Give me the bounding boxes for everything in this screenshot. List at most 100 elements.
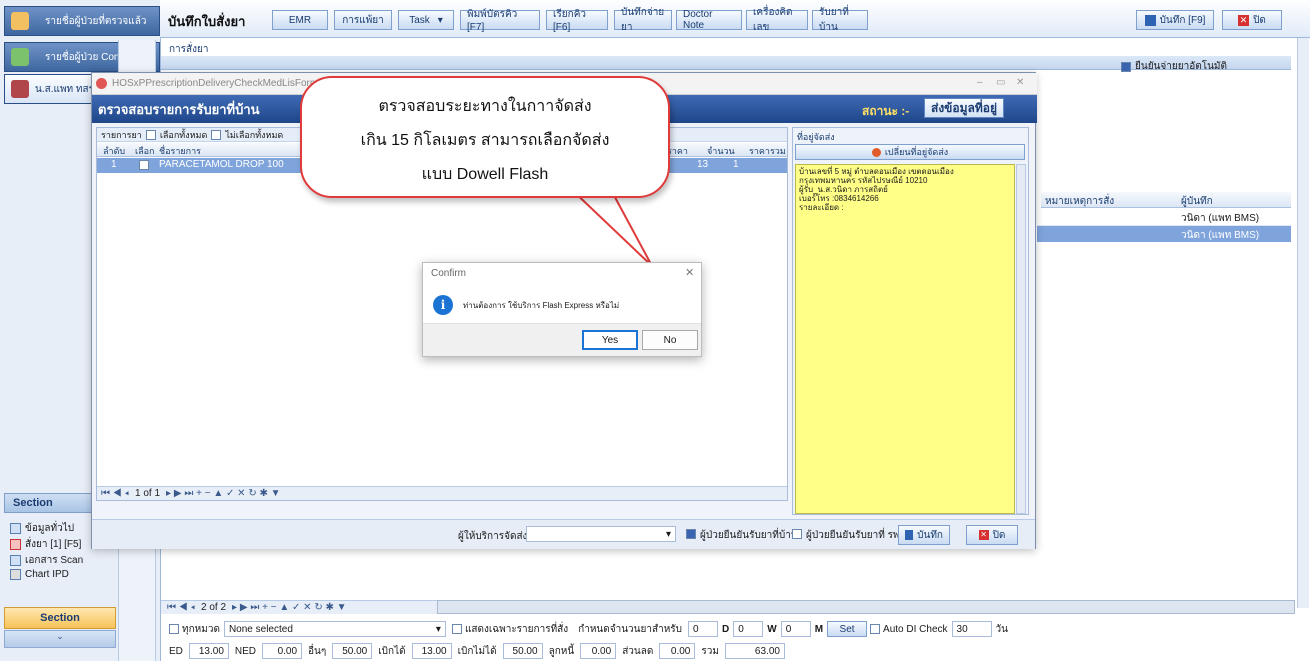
doctor-note-button[interactable]: Doctor Note (676, 9, 742, 31)
section-item-chart-ipd[interactable]: Chart IPD (10, 569, 69, 580)
info-icon: i (433, 295, 453, 315)
save-label: บันทึก (917, 529, 943, 541)
pager-nav-icons[interactable]: ▸ ▶ ⏭ + − ▲ ✓ ✕ ↻ ✱ ▼ (166, 488, 280, 499)
pager-text: 2 of 2 (201, 602, 227, 613)
dialog-save-button[interactable]: บันทึก (898, 525, 950, 545)
pager-text: 1 of 1 (135, 488, 161, 499)
auto-confirm-checkbox[interactable]: ยืนยันจ่ายยาอัตโนมัติ (1121, 59, 1227, 74)
maximize-icon[interactable]: ▭ (996, 77, 1005, 88)
address-textarea[interactable]: บ้านเลขที่ 5 หมู่ ตำบลดอนเมือง เขตดอนเมื… (795, 164, 1015, 514)
horizontal-scrollbar[interactable] (437, 600, 1295, 614)
confirm-home-checkbox[interactable] (686, 529, 696, 539)
auto-di-checkbox[interactable] (870, 624, 881, 634)
total-label: รวม (701, 645, 719, 657)
yes-button[interactable]: Yes (582, 330, 638, 350)
save-label: บันทึก [F9] (1159, 14, 1206, 26)
chevron-down-icon: ▾ (437, 14, 443, 26)
all-category-checkbox[interactable] (169, 624, 179, 634)
address-line: เบอร์โทร :0834614266 (799, 194, 879, 203)
provider-select[interactable]: ▾ (526, 526, 676, 542)
close-button[interactable]: ✕ ปิด (1222, 10, 1282, 30)
drug-price: 13 (697, 159, 709, 170)
section-header-2[interactable]: Section (4, 607, 116, 629)
nav-label: น.ส.แพท ทสร (35, 83, 94, 95)
doctor-icon (11, 12, 29, 30)
list-pager[interactable]: ⏮ ◀ ◂ 1 of 1 ▸ ▶ ⏭ + − ▲ ✓ ✕ ↻ ✱ ▼ (97, 486, 787, 500)
section-item-general[interactable]: ข้อมูลทั่วไป (10, 521, 74, 536)
confirm-hospital-label: ผู้ป่วยยืนยันรับยาที่ รพ. (806, 530, 903, 541)
column-header: ราคารวม (749, 146, 786, 156)
home-delivery-button[interactable]: รับยาที่บ้าน (812, 7, 868, 33)
dispense-record-button[interactable]: บันทึกจ่ายยา (614, 7, 672, 33)
select-all-checkbox[interactable] (145, 129, 156, 140)
deselect-all-label: ไม่เลือกทั้งหมด (225, 129, 284, 140)
nav-examined-patients[interactable]: รายชื่อผู้ป่วยที่ตรวจแล้ว (4, 6, 160, 36)
stepper-value: 30 (956, 623, 968, 635)
vertical-scrollbar[interactable] (1297, 38, 1309, 608)
save-button[interactable]: บันทึก [F9] (1136, 10, 1214, 30)
toolbar: บันทึกใบสั่งยา EMR การแพ้ยา Task ▾ พิมพ์บ… (160, 0, 1310, 38)
filter-bar: ทุกหมวด None selected ▾ แสดงเฉพาะรายการที… (169, 620, 1299, 638)
pager-first-icon[interactable]: ⏮ ◀ ◂ (167, 602, 195, 613)
days-stepper[interactable]: 0 (688, 621, 719, 637)
section-item-scan[interactable]: เอกสาร Scan (10, 553, 83, 568)
pager-nav-icons[interactable]: ▸ ▶ ⏭ + − ▲ ✓ ✕ ↻ ✱ ▼ (232, 602, 346, 613)
pager-first-icon[interactable]: ⏮ ◀ ◂ (101, 488, 129, 499)
stepper-value: 0 (738, 623, 744, 635)
other-value: 50.00 (332, 643, 373, 659)
other-label: อื่นๆ (308, 645, 327, 657)
nav-current-patient[interactable]: น.ส.แพท ทสร (4, 74, 96, 104)
call-queue-button[interactable]: เรียกคิว [F6] (546, 9, 608, 33)
months-unit: M (814, 623, 824, 635)
minimize-icon[interactable]: – (977, 77, 983, 88)
section-item-order-drug[interactable]: สั่งยา [1] [F5] (10, 537, 81, 552)
no-button[interactable]: No (642, 330, 698, 350)
print-queue-button[interactable]: พิมพ์บัตรคิว [F7] (460, 9, 540, 33)
tab-order-drug[interactable]: การสั่งยา (169, 42, 209, 57)
pill-icon (10, 539, 21, 550)
dialog-close-button[interactable]: ✕ ปิด (966, 525, 1018, 545)
window-title-text: HOSxPPrescriptionDeliveryCheckMedLisForm (112, 78, 319, 89)
confirm-message: ท่านต้องการ ใช้บริการ Flash Express หรือ… (463, 301, 620, 310)
patient-add-icon (11, 48, 29, 66)
deselect-all-checkbox[interactable] (211, 129, 222, 140)
set-button[interactable]: Set (827, 621, 868, 637)
category-select[interactable]: None selected ▾ (223, 621, 446, 637)
show-ordered-checkbox[interactable] (451, 624, 462, 634)
weeks-stepper[interactable]: 0 (733, 621, 764, 637)
column-header: ราคา (667, 146, 688, 156)
totals-bar: ED 13.00 NED 0.00 อื่นๆ 50.00 เบิกได้ 13.00 … (169, 642, 1069, 660)
di-days-stepper[interactable]: 30 (951, 621, 992, 637)
address-line: บ้านเลขที่ 5 หมู่ ตำบลดอนเมือง เขตดอนเมื… (799, 167, 954, 176)
debtor-value: 0.00 (580, 643, 617, 659)
close-icon[interactable]: ✕ (1016, 77, 1024, 88)
close-icon: ✕ (1238, 14, 1250, 26)
claimable-value: 13.00 (411, 643, 452, 659)
close-icon[interactable]: ✕ (685, 266, 694, 279)
auto-confirm-label: ยืนยันจ่ายยาอัตโนมัติ (1135, 61, 1227, 72)
show-ordered-label: แสดงเฉพาะรายการที่สั่ง (464, 623, 569, 635)
task-button[interactable]: Task ▾ (398, 10, 454, 30)
confirm-hospital-checkbox[interactable] (792, 529, 802, 539)
row-checkbox[interactable] (139, 160, 149, 170)
days-unit: D (722, 623, 730, 635)
grid-header: หมายเหตุการสั่ง ผู้บันทึก (1041, 192, 1291, 208)
address-line: ผู้รับ_น.ส.วนิดา ภารสถิตย์ (799, 185, 888, 194)
chart-icon (10, 569, 21, 580)
confirm-title: Confirm (431, 268, 467, 279)
page-title: บันทึกใบสั่งยา (168, 14, 246, 29)
address-line: รายละเอียด : (799, 203, 844, 212)
change-address-button[interactable]: เปลี่ยนที่อยู่จัดส่ง (795, 144, 1025, 160)
stepper-value: 0 (785, 623, 792, 635)
table-row-selected[interactable]: วนิดา (แพท BMS) (1037, 226, 1291, 242)
allergy-button[interactable]: การแพ้ยา (334, 10, 392, 30)
ed-value: 13.00 (188, 643, 229, 659)
address-title: ที่อยู่จัดส่ง (797, 132, 835, 142)
chevron-down-icon[interactable]: ⌄ (4, 630, 116, 648)
emr-button[interactable]: EMR (272, 10, 328, 30)
table-row[interactable]: วนิดา (แพท BMS) (1037, 208, 1291, 226)
months-stepper[interactable]: 0 (780, 621, 811, 637)
address-scrollbar[interactable] (1016, 164, 1026, 514)
swap-icon (871, 147, 881, 157)
calculator-button[interactable]: เครื่องคิดเลข (746, 7, 808, 33)
